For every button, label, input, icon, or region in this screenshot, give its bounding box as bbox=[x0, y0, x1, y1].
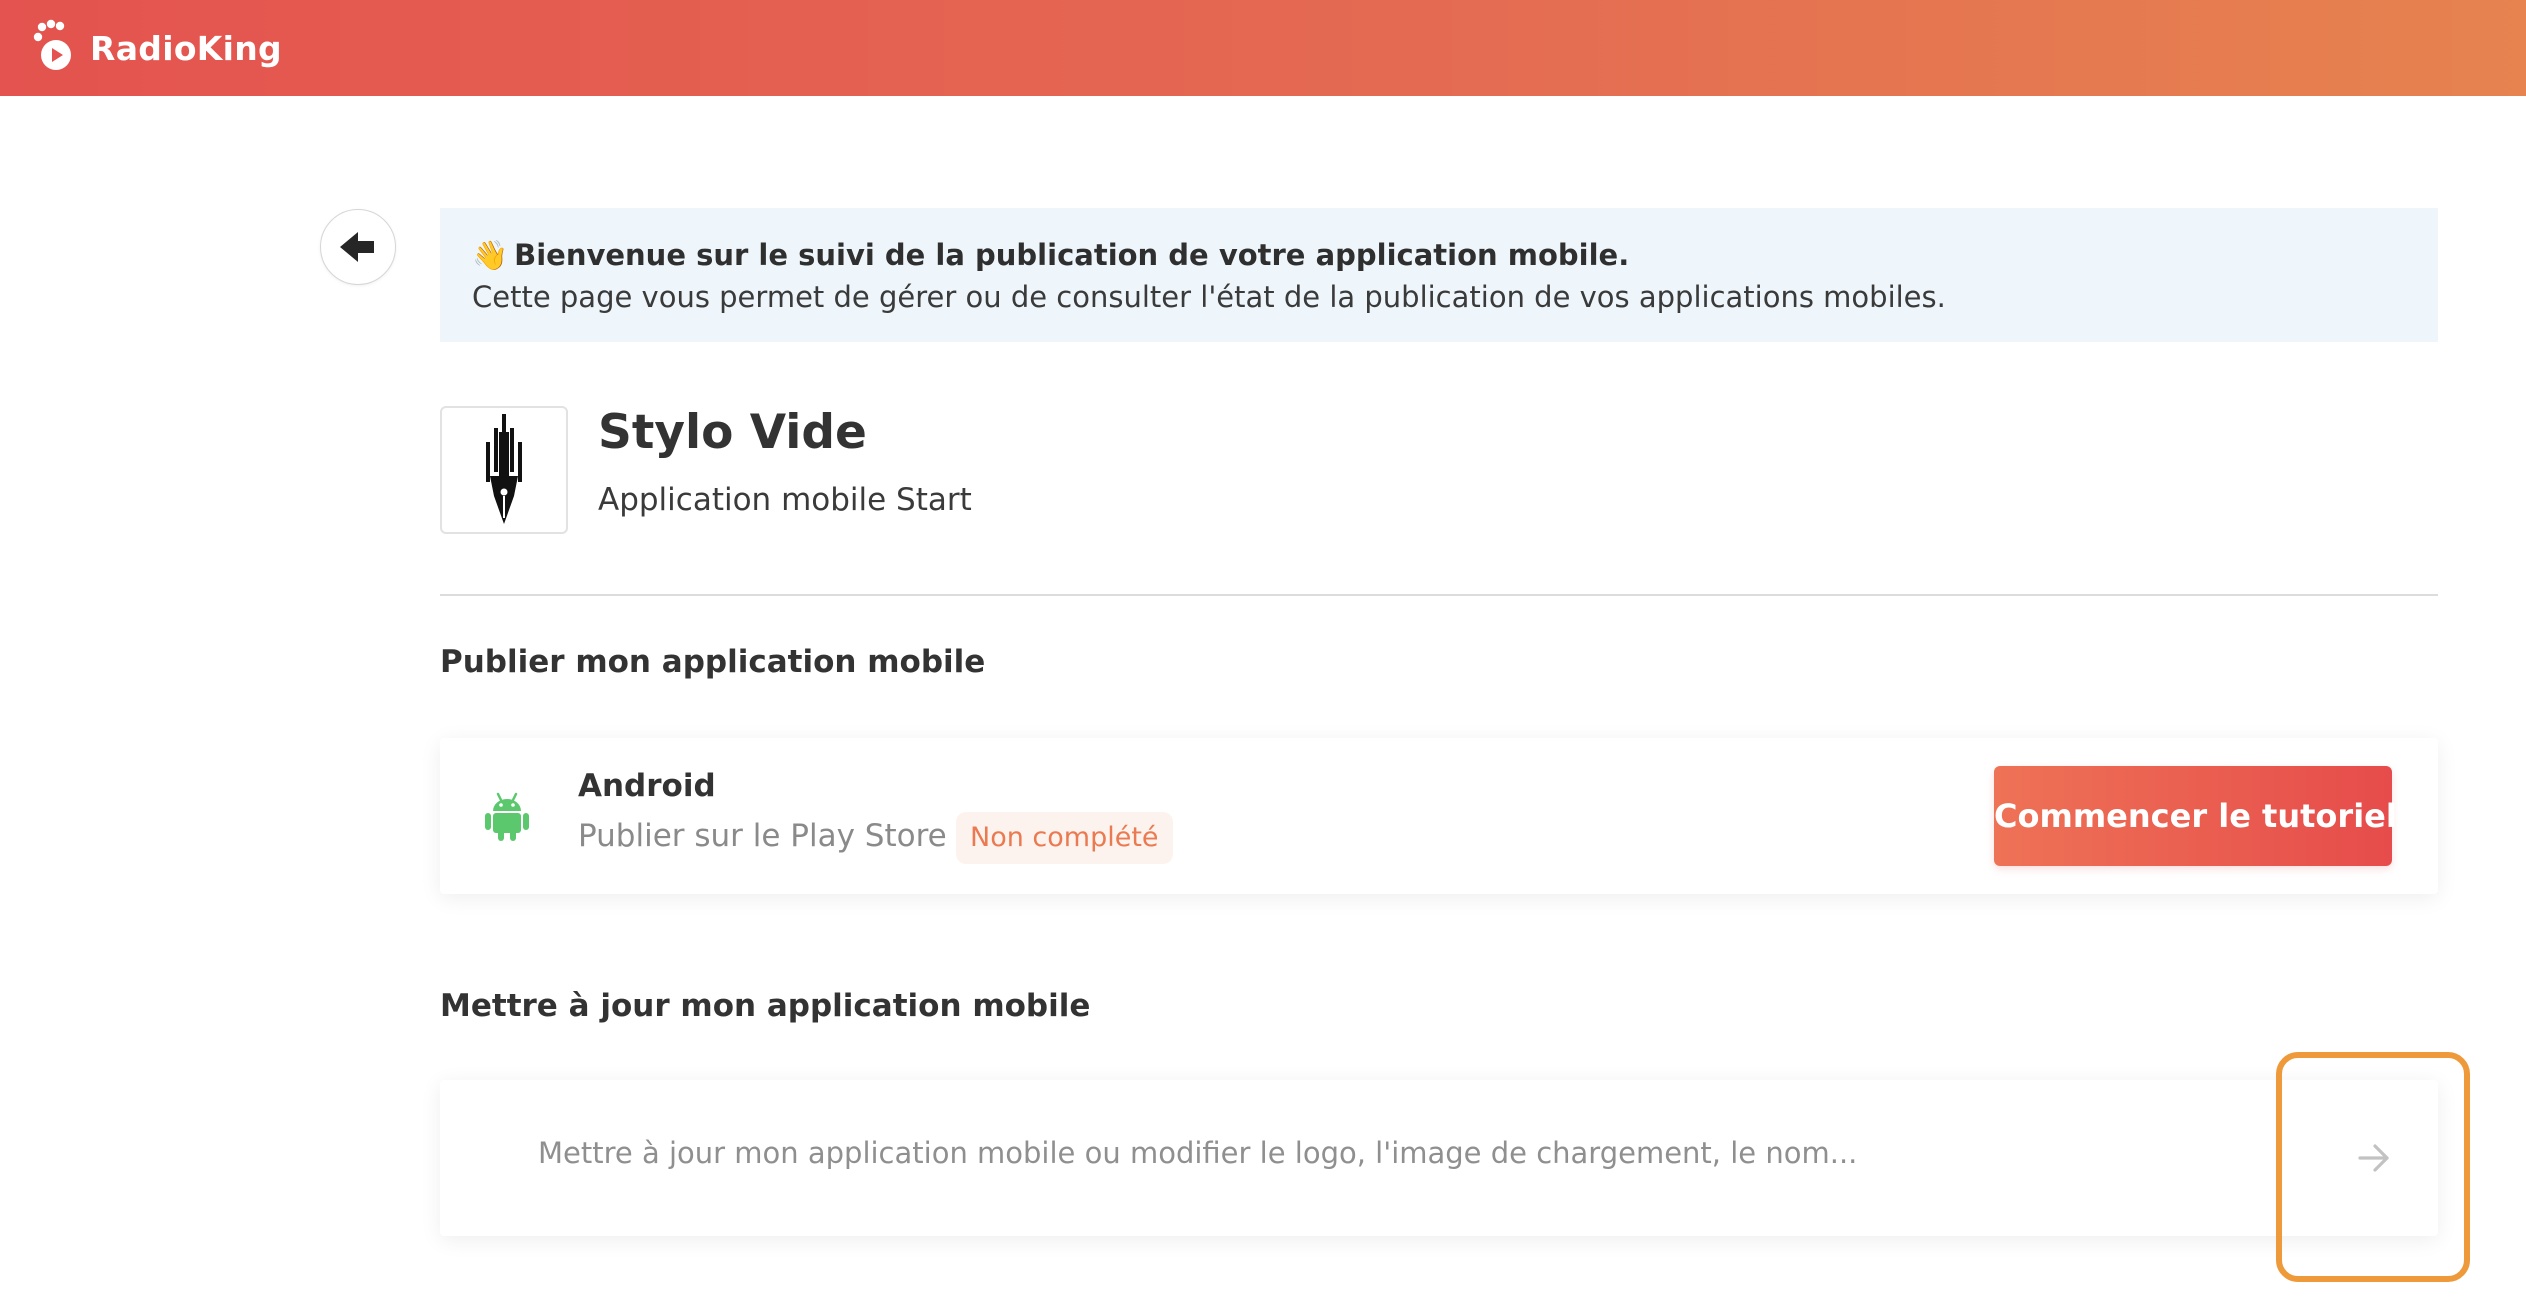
section-divider bbox=[440, 594, 2438, 596]
welcome-title-text: Bienvenue sur le suivi de la publication… bbox=[514, 238, 1630, 272]
status-badge: Non complété bbox=[956, 812, 1173, 864]
welcome-banner: 👋 Bienvenue sur le suivi de la publicatio… bbox=[440, 208, 2438, 342]
brand-name: RadioKing bbox=[90, 28, 282, 68]
app-logo bbox=[440, 406, 568, 534]
publish-section-title: Publier mon application mobile bbox=[440, 644, 986, 680]
update-description: Mettre à jour mon application mobile ou … bbox=[538, 1136, 1858, 1170]
platform-description: Publier sur le Play Store bbox=[578, 818, 947, 854]
android-publish-card: Android Publier sur le Play Store Non co… bbox=[440, 738, 2438, 894]
crown-radio-icon bbox=[33, 19, 71, 70]
app-plan: Application mobile Start bbox=[598, 482, 972, 518]
brand-logo-link[interactable]: RadioKing bbox=[32, 18, 282, 78]
start-tutorial-button[interactable]: Commencer le tutoriel bbox=[1994, 766, 2397, 866]
update-section-title: Mettre à jour mon application mobile bbox=[440, 988, 1091, 1024]
update-app-card[interactable]: Mettre à jour mon application mobile ou … bbox=[440, 1080, 2438, 1236]
android-icon bbox=[485, 792, 529, 841]
arrow-left-icon bbox=[340, 232, 374, 262]
welcome-title: 👋 Bienvenue sur le suivi de la publicatio… bbox=[472, 234, 2406, 276]
back-button[interactable] bbox=[320, 209, 396, 285]
pen-nib-logo-icon bbox=[486, 414, 522, 524]
welcome-description: Cette page vous permet de gérer ou de co… bbox=[472, 280, 1946, 314]
app-name: Stylo Vide bbox=[598, 405, 867, 460]
top-bar: RadioKing bbox=[0, 0, 2526, 96]
arrow-right-icon[interactable] bbox=[2354, 1138, 2394, 1178]
platform-name: Android bbox=[578, 768, 716, 804]
waving-hand-icon: 👋 bbox=[472, 238, 509, 272]
